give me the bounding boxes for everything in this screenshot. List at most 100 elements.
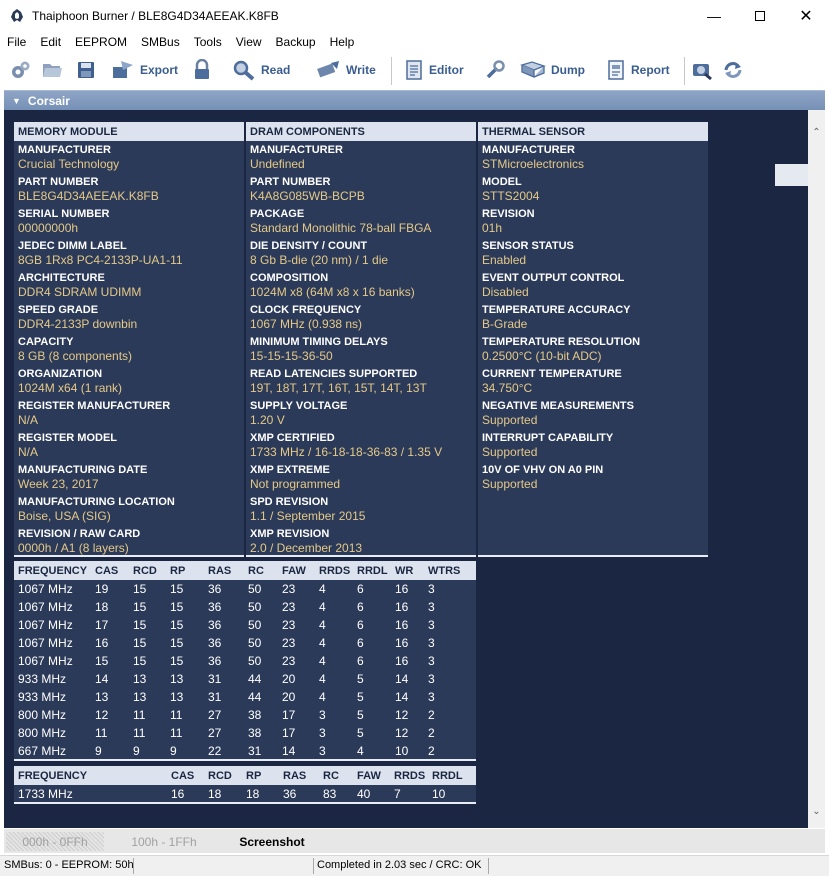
menu-backup[interactable]: Backup: [269, 35, 323, 49]
lock-button[interactable]: [192, 58, 212, 82]
field-label: REGISTER MANUFACTURER: [18, 400, 171, 412]
field-value: Standard Monolithic 78-ball FBGA: [250, 221, 432, 235]
table-cell: 19: [95, 582, 109, 596]
table-cell: 15: [95, 654, 109, 668]
field-value: 19T, 18T, 17T, 16T, 15T, 14T, 13T: [250, 381, 427, 395]
write-button[interactable]: Write: [315, 58, 376, 82]
tab-100h-1ffh[interactable]: 100h - 1FFh: [114, 832, 214, 851]
field-value: Supported: [482, 445, 538, 459]
field-row: PART NUMBER K4A8G085WB-BCPB: [246, 176, 476, 208]
read-button[interactable]: Read: [232, 58, 290, 82]
memory-module-header: MEMORY MODULE: [14, 122, 244, 141]
field-value: 1024M x64 (1 rank): [18, 381, 123, 395]
field-row: TEMPERATURE RESOLUTION 0.2500°C (10-bit A…: [478, 336, 708, 368]
field-label: PART NUMBER: [18, 176, 99, 188]
thermal-sensor-fields: MANUFACTURER STMicroelectronics MODEL STTS2…: [478, 141, 708, 557]
field-value: Week 23, 2017: [18, 477, 99, 491]
field-value: 1.1 / September 2015: [250, 509, 366, 523]
column-header: FAW: [353, 766, 390, 785]
field-value: N/A: [18, 445, 39, 459]
table-cell: 27: [208, 708, 222, 722]
scroll-up-icon[interactable]: ⌃: [808, 124, 825, 141]
table-cell: 3: [319, 726, 326, 740]
refresh-button[interactable]: [722, 58, 744, 82]
column-header: WTRS: [424, 561, 476, 580]
field-label: XMP REVISION: [250, 528, 330, 540]
menu-bar: File Edit EEPROM SMBus Tools View Backup…: [0, 32, 829, 51]
table-cell: 3: [428, 618, 435, 632]
table-cell: 15: [170, 618, 184, 632]
editor-document-icon: [406, 60, 422, 80]
field-row: ARCHITECTURE DDR4 SDRAM UDIMM: [14, 272, 244, 304]
tools-button[interactable]: [484, 58, 506, 82]
table-cell: 5: [357, 690, 364, 704]
table-cell: 9: [129, 742, 166, 761]
field-row: 10V OF VHV ON A0 PIN Supported: [478, 464, 708, 496]
table-cell: 6: [357, 636, 364, 650]
field-value: Supported: [482, 413, 538, 427]
wrench-icon: [486, 60, 505, 79]
toolbar-separator: [391, 57, 392, 85]
table-cell: 44: [248, 690, 262, 704]
field-row: INTERRUPT CAPABILITY Supported: [478, 432, 708, 464]
table-cell: 38: [248, 726, 262, 740]
save-button[interactable]: [76, 58, 96, 82]
menu-smbus[interactable]: SMBus: [134, 35, 187, 49]
title-bar: Thaiphoon Burner / BLE8G4D34AEEAK.K8FB —…: [0, 0, 829, 32]
corsair-section-header[interactable]: ▼ Corsair: [4, 90, 825, 110]
gears-icon: [12, 61, 30, 78]
field-label: REGISTER MODEL: [18, 432, 118, 444]
maximize-icon: [755, 11, 765, 21]
jedec-timings-table: FREQUENCY CAS RCD RP RAS RC FAW RRDS RRDL WR WTRS …: [14, 561, 476, 761]
dump-button[interactable]: Dump: [520, 58, 585, 82]
menu-help[interactable]: Help: [323, 35, 362, 49]
toolbar: Export Read Write Editor Dump Report: [0, 52, 829, 88]
tab-screenshot[interactable]: Screenshot: [226, 832, 318, 851]
field-row: COMPOSITION 1024M x8 (64M x8 x 16 banks): [246, 272, 476, 304]
settings-button[interactable]: [10, 58, 32, 82]
maximize-button[interactable]: [737, 0, 783, 32]
column-header: CAS: [91, 561, 129, 580]
column-header: RC: [244, 561, 278, 580]
tab-000h-0ffh[interactable]: 000h - 0FFh: [6, 832, 104, 851]
menu-eeprom[interactable]: EEPROM: [68, 35, 134, 49]
table-cell: 1067 MHz: [18, 636, 73, 650]
field-label: MANUFACTURER: [18, 144, 111, 156]
field-value: Boise, USA (SIG): [18, 509, 111, 523]
menu-tools[interactable]: Tools: [187, 35, 229, 49]
vertical-scrollbar[interactable]: ⌃ ⌄: [808, 110, 825, 828]
table-cell: 933 MHz: [18, 690, 67, 704]
table-cell: 11: [133, 708, 146, 722]
table-cell: 13: [170, 672, 184, 686]
field-value: 8 Gb B-die (20 nm) / 1 die: [250, 253, 389, 267]
table-cell: 44: [248, 672, 262, 686]
report-button[interactable]: Report: [606, 58, 670, 82]
menu-file[interactable]: File: [0, 35, 33, 49]
minimize-button[interactable]: —: [691, 0, 737, 32]
field-row: READ LATENCIES SUPPORTED 19T, 18T, 17T, 1…: [246, 368, 476, 400]
table-cell: 16: [395, 600, 409, 614]
table-cell: 16: [395, 582, 409, 596]
editor-button[interactable]: Editor: [404, 58, 464, 82]
field-value: 0.2500°C (10-bit ADC): [482, 349, 602, 363]
column-header: RC: [319, 766, 353, 785]
screenshot-button[interactable]: [691, 58, 713, 82]
menu-view[interactable]: View: [229, 35, 269, 49]
open-button[interactable]: [41, 58, 63, 82]
table-cell: 6: [357, 618, 364, 632]
table-row: 1067 MHz 18 15 15 36 50 23 4 6 16 3: [14, 598, 476, 616]
smbus-status: SMBus: 0 - EEPROM: 50h: [4, 859, 134, 871]
read-magnifier-icon: [233, 60, 255, 81]
export-button[interactable]: Export: [111, 58, 178, 82]
scroll-down-icon[interactable]: ⌄: [808, 803, 825, 820]
menu-edit[interactable]: Edit: [33, 35, 68, 49]
table-cell: 36: [208, 600, 222, 614]
table-cell: 4: [319, 654, 326, 668]
table-cell: 11: [170, 708, 183, 722]
field-row: MANUFACTURER STMicroelectronics: [478, 144, 708, 176]
close-button[interactable]: ✕: [783, 0, 829, 32]
section-title: Corsair: [27, 93, 70, 108]
table-cell: 17: [95, 618, 109, 632]
table-cell: 11: [95, 726, 108, 740]
field-value: STTS2004: [482, 189, 540, 203]
